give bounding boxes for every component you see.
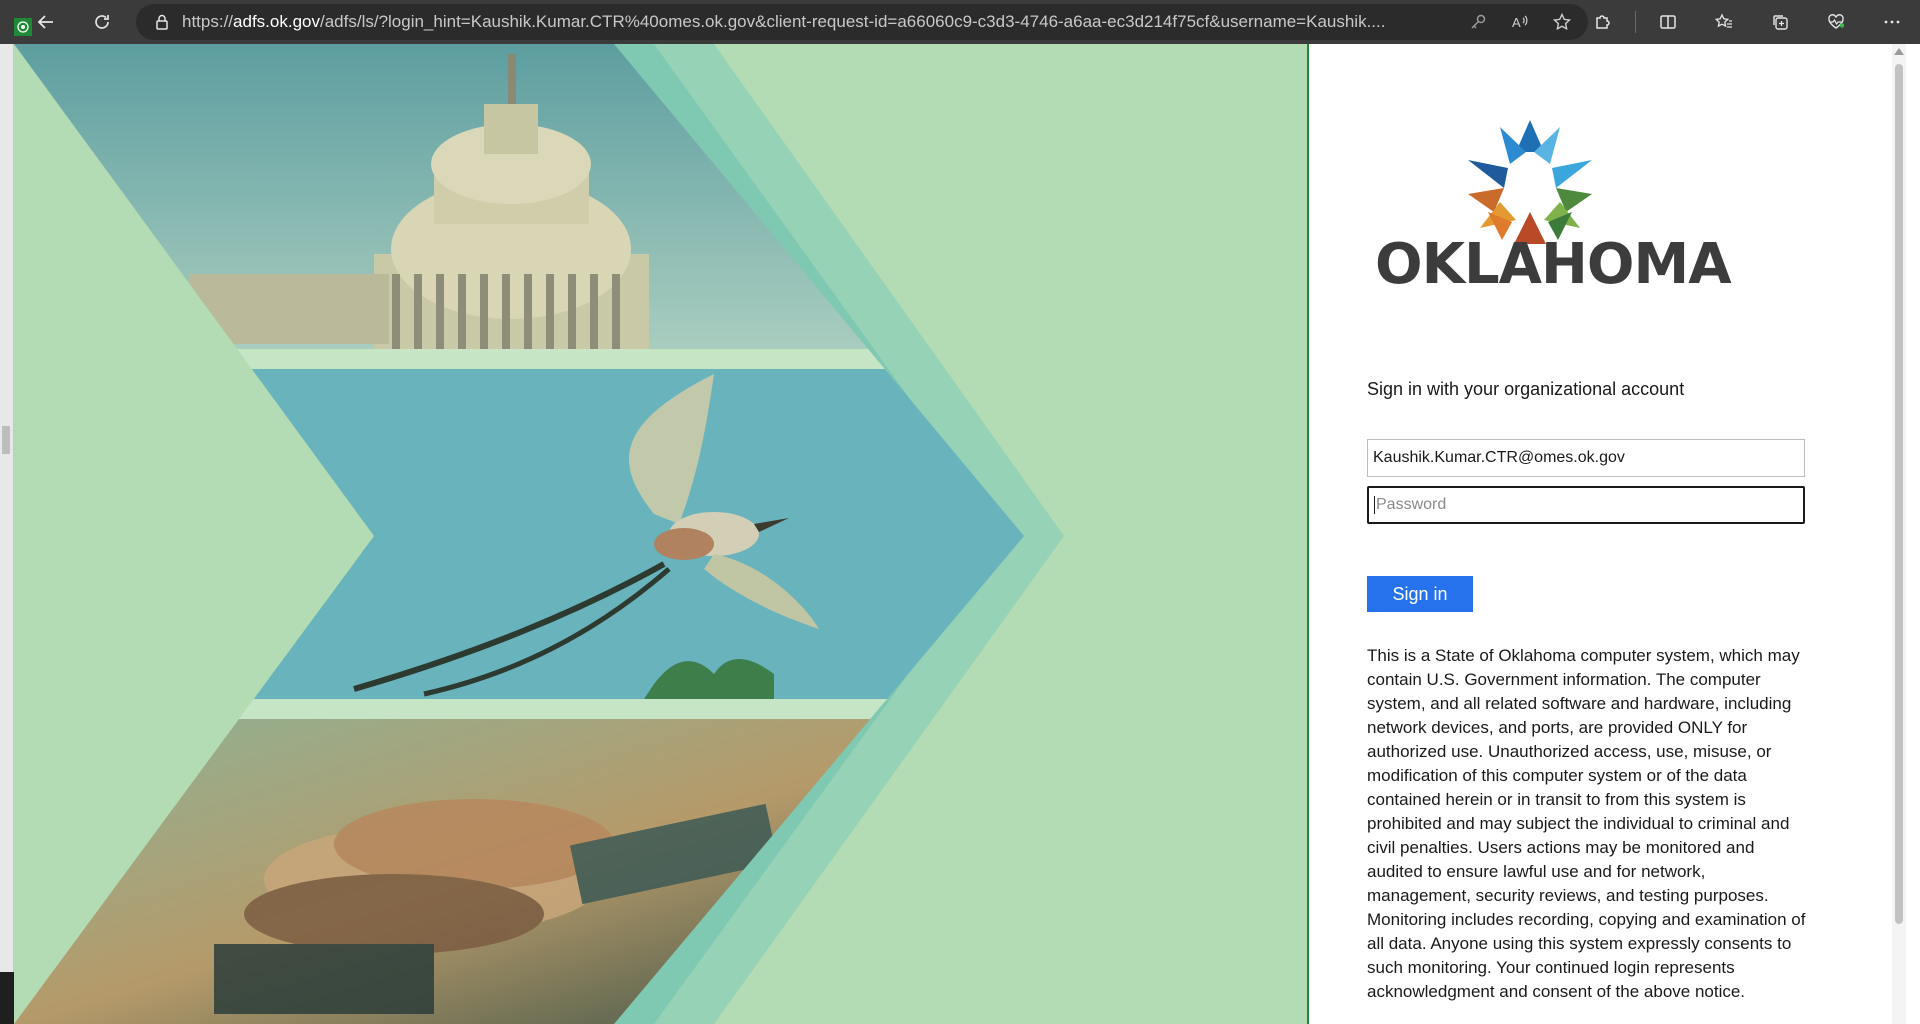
- heart-pulse-icon: [1828, 14, 1845, 29]
- more-menu-button[interactable]: [1864, 0, 1920, 44]
- url-path: /adfs/ls/?login_hint=Kaushik.Kumar.CTR%4…: [319, 12, 1386, 31]
- collections-icon: [1773, 15, 1788, 30]
- extensions-button[interactable]: [1575, 0, 1631, 44]
- split-screen-icon: [1660, 15, 1676, 29]
- password-placeholder: Password: [1376, 496, 1447, 513]
- ellipsis-icon: [1884, 20, 1900, 24]
- address-bar-icons: A: [1452, 12, 1588, 32]
- page-content: OKLAHOMA Sign in with your organizationa…: [0, 44, 1920, 1024]
- signin-button[interactable]: Sign in: [1367, 576, 1473, 612]
- browser-essentials-button[interactable]: [1808, 0, 1864, 44]
- oklahoma-logo-text: OKLAHOMA: [1375, 232, 1732, 297]
- scroll-up-arrow-icon[interactable]: [1894, 48, 1904, 55]
- recording-indicator-icon: [14, 18, 32, 36]
- legal-notice: This is a State of Oklahoma computer sys…: [1367, 646, 1806, 1001]
- hero-illustration: [14, 44, 1309, 1024]
- password-field[interactable]: Password: [1367, 486, 1805, 524]
- hero-artwork: [14, 44, 1064, 1024]
- toolbar-right-icons: [1575, 0, 1920, 44]
- favorites-button[interactable]: [1696, 0, 1752, 44]
- url-prefix: https://: [182, 12, 234, 31]
- read-aloud-icon[interactable]: A: [1510, 12, 1530, 32]
- browser-toolbar: https://adfs.ok.gov/adfs/ls/?login_hint=…: [0, 0, 1920, 44]
- refresh-icon: [95, 15, 109, 29]
- username-field[interactable]: Kaushik.Kumar.CTR@omes.ok.gov: [1367, 439, 1805, 477]
- key-icon[interactable]: [1468, 12, 1488, 32]
- favorites-list-icon: [1714, 13, 1732, 28]
- scrollbar-thumb[interactable]: [1895, 64, 1903, 924]
- signin-panel: OKLAHOMA Sign in with your organizationa…: [1310, 44, 1906, 1024]
- toolbar-divider: [1635, 11, 1636, 33]
- left-edge-bar: [0, 44, 14, 1024]
- back-arrow-icon: [37, 15, 53, 29]
- text-caret: [1374, 496, 1375, 514]
- url-host: adfs.ok.gov: [233, 12, 320, 31]
- address-bar[interactable]: https://adfs.ok.gov/adfs/ls/?login_hint=…: [136, 4, 1588, 40]
- left-edge-handle[interactable]: [2, 426, 10, 454]
- url-text[interactable]: https://adfs.ok.gov/adfs/ls/?login_hint=…: [182, 12, 1452, 32]
- svg-text:A: A: [1512, 15, 1521, 30]
- favorite-star-icon[interactable]: [1552, 12, 1572, 32]
- puzzle-icon: [1596, 15, 1610, 29]
- lock-icon[interactable]: [152, 12, 172, 32]
- collections-button[interactable]: [1752, 0, 1808, 44]
- left-edge-dark-block: [0, 972, 14, 1024]
- split-screen-button[interactable]: [1640, 0, 1696, 44]
- refresh-button[interactable]: [80, 0, 124, 44]
- signin-heading: Sign in with your organizational account: [1367, 379, 1685, 399]
- panel-scrollbar[interactable]: [1892, 44, 1906, 1024]
- username-value: Kaushik.Kumar.CTR@omes.ok.gov: [1373, 449, 1625, 466]
